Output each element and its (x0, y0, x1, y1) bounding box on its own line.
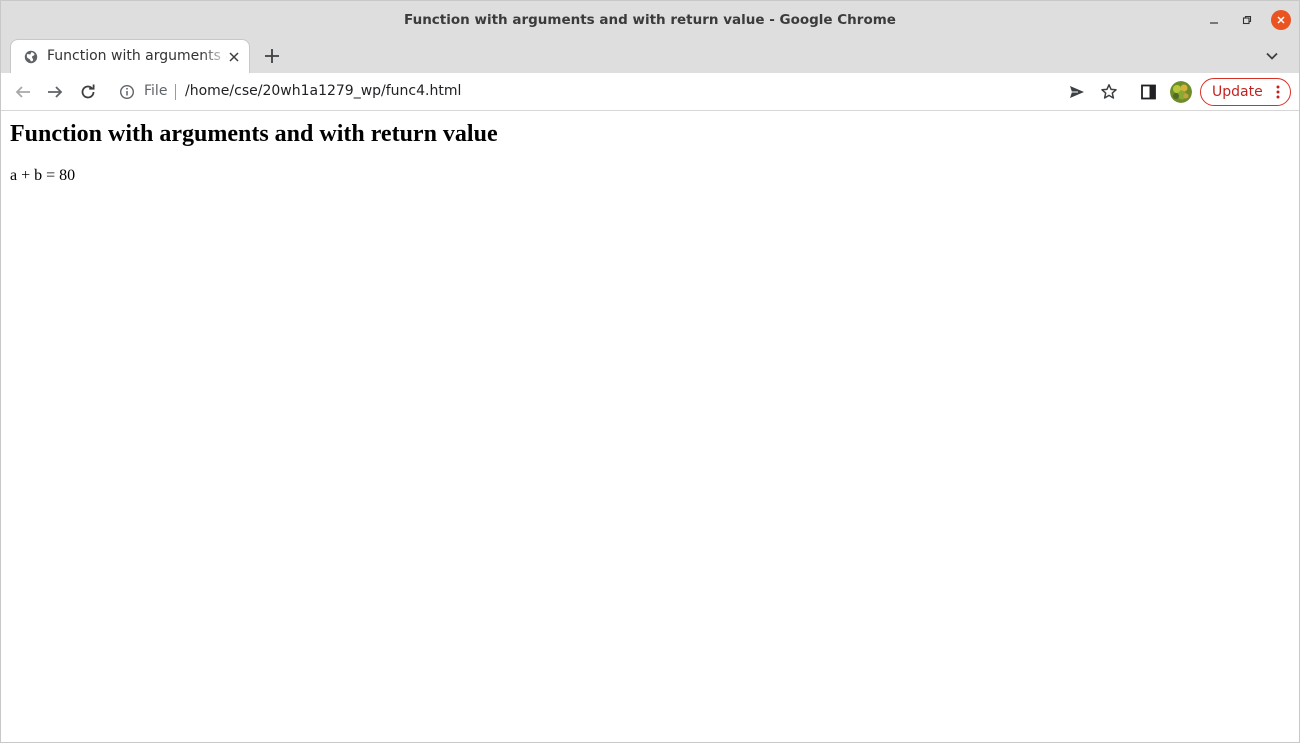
info-icon[interactable] (119, 84, 135, 100)
reload-icon (81, 84, 95, 99)
side-panel-icon[interactable] (1139, 82, 1159, 102)
minimize-icon (1210, 22, 1218, 24)
tab-title: Function with arguments and with return … (47, 48, 227, 64)
toolbar: File /home/cse/20wh1a1279_wp/func4.html … (1, 73, 1299, 111)
plus-icon[interactable] (262, 46, 282, 66)
result-text: a + b = 80 (10, 167, 76, 184)
maximize-button[interactable] (1237, 10, 1257, 30)
window-title: Function with arguments and with return … (404, 12, 896, 28)
close-window-button[interactable] (1271, 10, 1291, 30)
update-button[interactable]: Update (1200, 78, 1291, 106)
star-icon[interactable] (1099, 82, 1119, 102)
arrow-right-icon (48, 86, 63, 98)
close-icon[interactable] (227, 50, 241, 64)
browser-window: Function with arguments and with return … (0, 0, 1300, 743)
reload-button[interactable] (78, 82, 98, 102)
title-bar: Function with arguments and with return … (1, 1, 1299, 39)
scheme-label: File (144, 83, 168, 99)
minimize-button[interactable] (1204, 10, 1224, 30)
address-bar[interactable]: File /home/cse/20wh1a1279_wp/func4.html (110, 78, 1195, 106)
update-label: Update (1212, 84, 1263, 100)
arrow-left-icon (15, 86, 30, 98)
profile-avatar-icon (1170, 81, 1192, 103)
tab-strip: Function with arguments and with return … (1, 39, 1299, 73)
close-icon (1277, 16, 1285, 24)
globe-icon (24, 50, 38, 64)
send-icon[interactable] (1067, 82, 1087, 102)
page-heading: Function with arguments and with return … (10, 121, 498, 147)
page-content: Function with arguments and with return … (1, 112, 1299, 742)
chevron-down-icon[interactable] (1263, 47, 1281, 65)
scheme-separator (175, 84, 176, 100)
avatar[interactable] (1170, 81, 1192, 103)
forward-button[interactable] (45, 82, 65, 102)
tab-title-fade (201, 46, 229, 68)
url-text[interactable]: /home/cse/20wh1a1279_wp/func4.html (185, 83, 461, 99)
tab-active[interactable]: Function with arguments and with return … (10, 39, 250, 73)
restore-icon (1242, 15, 1252, 25)
vertical-dots-icon[interactable] (1273, 84, 1283, 100)
back-button[interactable] (13, 82, 33, 102)
